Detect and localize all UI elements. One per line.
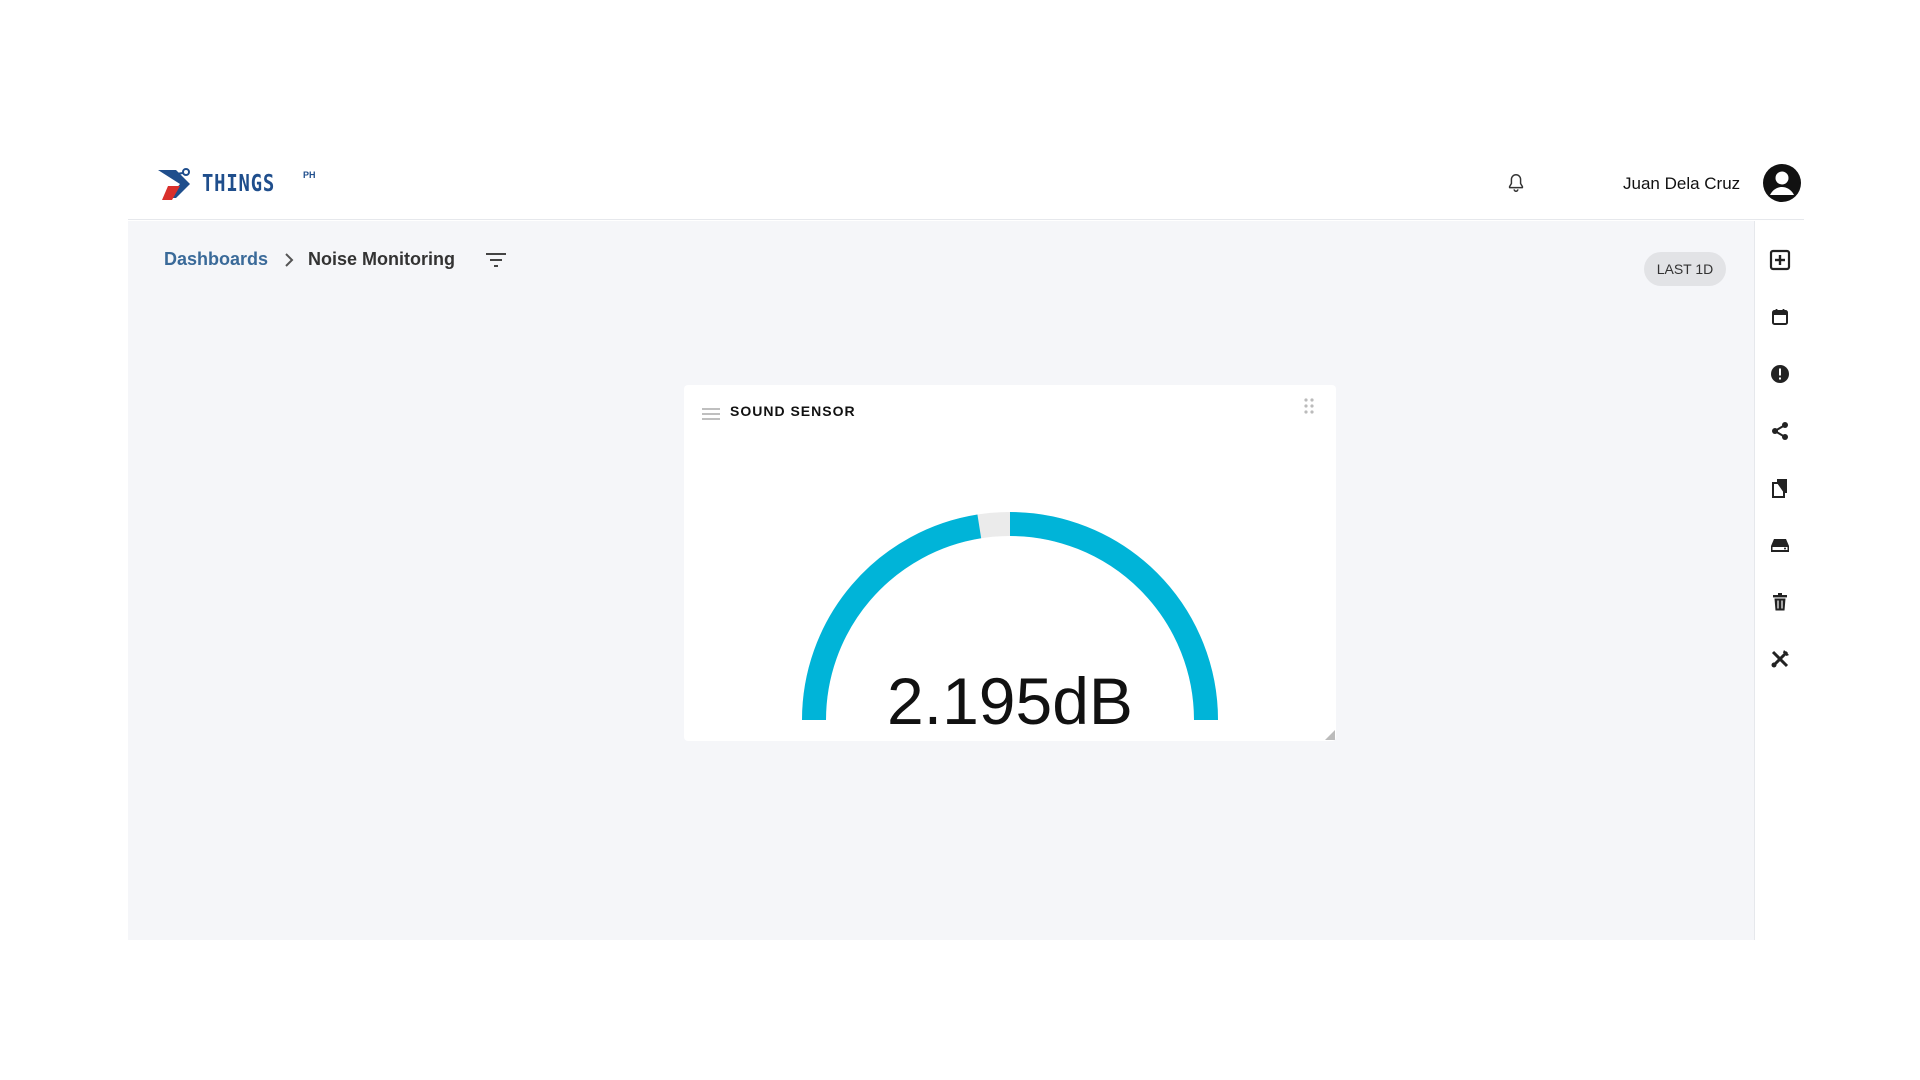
account-circle-icon[interactable] [1763,164,1801,202]
add-box-icon[interactable] [1769,249,1791,271]
share-icon[interactable] [1769,420,1791,442]
gauge-value: 2.195dB [887,664,1133,738]
logo-superscript: PH [303,170,316,180]
trash-icon[interactable] [1769,591,1791,613]
breadcrumb-dashboards-link[interactable]: Dashboards [164,249,268,270]
resize-handle-icon[interactable] [1325,730,1335,740]
copy-icon[interactable] [1769,477,1791,499]
time-range-button[interactable]: LAST 1D [1644,252,1726,286]
chevron-right-icon [285,252,294,267]
calendar-icon[interactable] [1769,306,1791,328]
app-window: THINGS PH Juan Dela Cruz Dashboards Nois… [128,148,1804,940]
page-title: Noise Monitoring [308,249,456,269]
bell-icon[interactable] [1505,172,1527,194]
tools-icon[interactable] [1769,648,1791,670]
logo-text: THINGS [202,171,276,197]
breadcrumb: Dashboards Noise Monitoring [164,249,507,270]
user-name[interactable]: Juan Dela Cruz [1623,174,1740,194]
storage-icon[interactable] [1769,534,1791,556]
dashboard-canvas: Dashboards Noise Monitoring LAST 1D SOUN… [128,221,1754,940]
logo-mark-icon [158,168,190,200]
alert-circle-icon[interactable] [1769,363,1791,385]
sound-sensor-widget: SOUND SENSOR 2.195dB [684,385,1336,741]
filter-icon[interactable] [485,251,507,269]
top-bar: THINGS PH Juan Dela Cruz [128,148,1804,220]
things-ph-logo[interactable]: THINGS PH [156,164,316,204]
action-rail [1754,221,1804,940]
